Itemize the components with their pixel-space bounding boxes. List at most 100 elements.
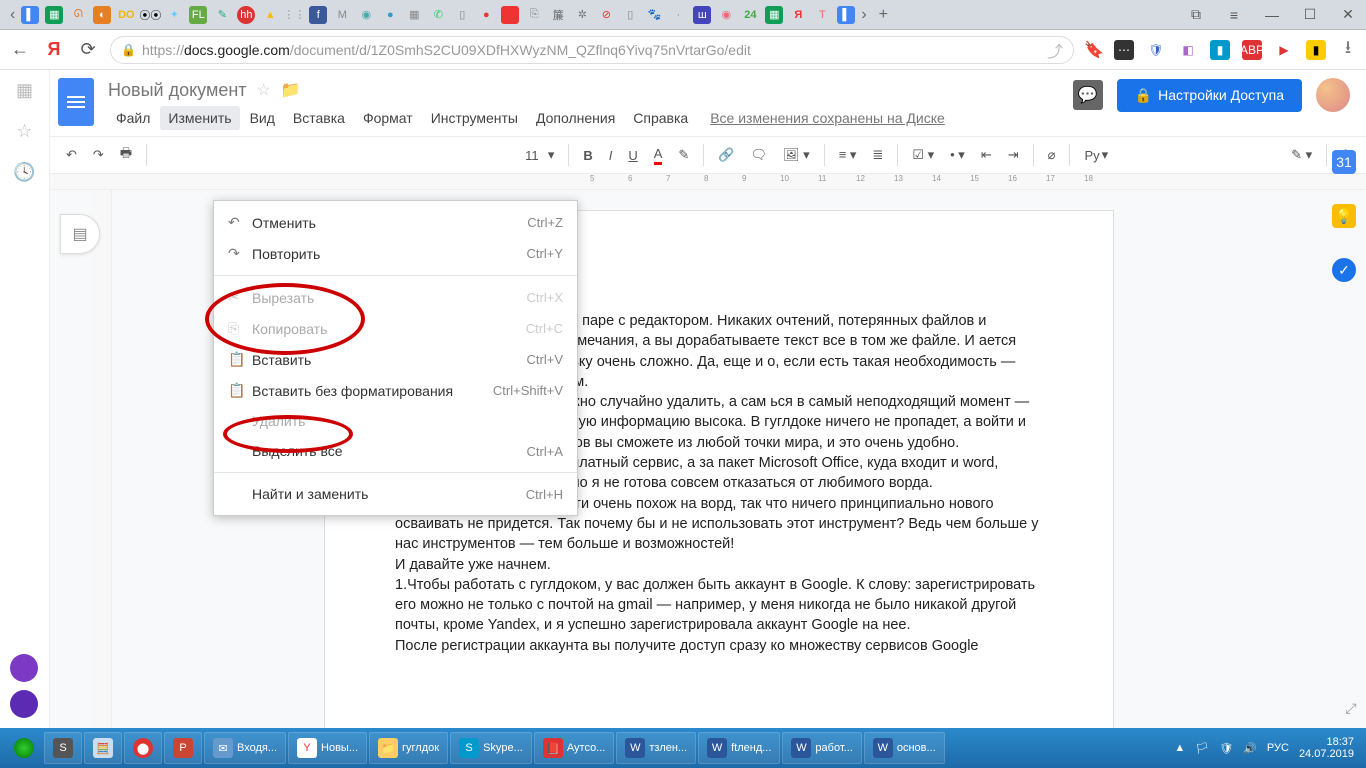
window-close[interactable]: ✕ — [1334, 4, 1362, 26]
horizontal-ruler[interactable]: 5 6 7 8 9 10 11 12 13 14 15 16 17 18 — [50, 174, 1366, 190]
tab-icon[interactable]: ✲ — [573, 6, 591, 24]
editing-mode-button[interactable]: ✎ ▾ — [1285, 143, 1318, 167]
ext-icon[interactable]: ▶ — [1274, 40, 1294, 60]
checklist-button[interactable]: ☑ ▾ — [906, 143, 940, 167]
voice-bubble[interactable] — [10, 690, 38, 718]
tab-icon[interactable] — [501, 6, 519, 24]
redo-button[interactable]: ↷ — [87, 143, 110, 167]
insert-comment-button[interactable]: 🗨 — [745, 143, 774, 167]
menu-select-all[interactable]: Выделить все Ctrl+A — [214, 436, 577, 466]
tab-icon[interactable]: M — [333, 6, 351, 24]
window-maximize[interactable]: ☐ — [1296, 4, 1324, 26]
tab-icon[interactable]: f — [309, 6, 327, 24]
menu-edit[interactable]: Изменить — [160, 106, 239, 130]
nav-reload[interactable]: ⟳ — [76, 39, 100, 60]
menu-tools[interactable]: Инструменты — [423, 106, 526, 130]
tab-icon[interactable]: ◐ — [93, 6, 111, 24]
bullet-list-button[interactable]: • ▾ — [944, 143, 971, 167]
tray-icon[interactable]: 🏳 — [1195, 742, 1209, 755]
menu-format[interactable]: Формат — [355, 106, 421, 130]
tab-icon[interactable]: ⎘ — [525, 6, 543, 24]
menu-help[interactable]: Справка — [625, 106, 696, 130]
tab-icon[interactable]: ᘏ — [69, 6, 87, 24]
task-item[interactable]: S — [44, 732, 82, 764]
print-button[interactable]: 🖶 — [114, 140, 138, 170]
ext-icon[interactable]: ◧ — [1178, 40, 1198, 60]
tab-icon[interactable]: T — [813, 6, 831, 24]
url-field[interactable]: 🔒 https://docs.google.com/document/d/1Z0… — [110, 36, 1074, 64]
tab-nav-left[interactable]: ‹ — [4, 6, 21, 24]
menu-addons[interactable]: Дополнения — [528, 106, 623, 130]
vertical-ruler[interactable] — [90, 190, 112, 728]
menu-icon[interactable]: ≡ — [1220, 4, 1248, 26]
text-color-button[interactable]: A — [648, 142, 669, 169]
tab-icon[interactable]: 24 — [741, 6, 759, 24]
body-text[interactable]: И давайте уже начнем. — [395, 555, 1043, 575]
document-title[interactable]: Новый документ — [108, 80, 247, 101]
tab-icon[interactable]: Я — [789, 6, 807, 24]
tab-icon[interactable]: ▦ — [765, 6, 783, 24]
menu-paste-noformat[interactable]: 📋 Вставить без форматирования Ctrl+Shift… — [214, 375, 577, 406]
ext-icon[interactable]: ABP — [1242, 40, 1262, 60]
bookmark-icon[interactable]: 🔖 — [1084, 40, 1104, 60]
input-tools-button[interactable]: Py ▾ — [1078, 143, 1114, 167]
outline-toggle[interactable]: ▤ — [60, 214, 100, 254]
tab-icon[interactable]: ▯ — [621, 6, 639, 24]
body-text[interactable]: 1.Чтобы работать с гуглдоком, у вас долж… — [395, 575, 1043, 636]
bold-button[interactable]: B — [577, 144, 598, 167]
tab-icon[interactable]: ⦿⦿ — [141, 6, 159, 24]
tasks-icon[interactable]: ✓ — [1332, 258, 1356, 282]
tab-icon[interactable]: 🐾 — [645, 6, 663, 24]
task-item[interactable]: P — [164, 732, 202, 764]
ext-icon[interactable]: ▮ — [1306, 40, 1326, 60]
nav-back[interactable]: ← — [8, 39, 32, 60]
tab-icon[interactable]: ▌ — [21, 6, 39, 24]
calendar-icon[interactable]: 31 — [1332, 150, 1356, 174]
tab-icon[interactable]: ▲ — [261, 6, 279, 24]
tab-icon[interactable]: ◉ — [357, 6, 375, 24]
highlight-button[interactable]: ✎ — [672, 143, 695, 167]
docs-logo-icon[interactable] — [58, 78, 94, 126]
tab-nav-right[interactable]: › — [855, 6, 872, 24]
indent-decrease-button[interactable]: ⇤ — [975, 143, 998, 167]
ext-icon[interactable]: ▮ — [1210, 40, 1230, 60]
explore-button[interactable]: ⤢ — [1340, 700, 1362, 722]
task-item[interactable]: 📕Аутсо... — [534, 732, 615, 764]
comments-icon[interactable]: 💬 — [1073, 80, 1103, 110]
alice-bubble[interactable] — [10, 654, 38, 682]
tab-icon[interactable]: ● — [477, 6, 495, 24]
tab-icon[interactable]: ◉ — [717, 6, 735, 24]
align-button[interactable]: ≡ ▾ — [833, 143, 863, 167]
tray-icon[interactable]: 🛡 — [1219, 742, 1233, 755]
share-button[interactable]: 🔒 Настройки Доступа — [1117, 79, 1302, 112]
tab-icon[interactable]: ▌ — [837, 6, 855, 24]
menu-file[interactable]: Файл — [108, 106, 158, 130]
task-item[interactable]: ⬤ — [124, 732, 162, 764]
apps-grid-icon[interactable]: ▦ — [16, 80, 33, 101]
tab-icon[interactable]: hh — [237, 6, 255, 24]
menu-redo[interactable]: ↷ Повторить Ctrl+Y — [214, 238, 577, 269]
language-indicator[interactable]: РУС — [1267, 742, 1289, 754]
tab-icon[interactable]: ш — [693, 6, 711, 24]
tab-icon[interactable]: ▯ — [453, 6, 471, 24]
task-item[interactable]: YНовы... — [288, 732, 367, 764]
task-item[interactable]: 🧮 — [84, 732, 122, 764]
ext-icon[interactable]: ⋯ — [1114, 40, 1134, 60]
move-folder-icon[interactable]: 📁 — [281, 80, 301, 100]
yandex-home[interactable]: Я — [42, 39, 66, 60]
insert-image-button[interactable]: 🖼 ▾ — [777, 143, 816, 167]
tab-icon[interactable]: ✆ — [429, 6, 447, 24]
tab-icon[interactable]: 簾 — [549, 6, 567, 24]
task-item[interactable]: Wоснов... — [864, 732, 945, 764]
window-minimize[interactable]: — — [1258, 4, 1286, 26]
tab-icon[interactable]: ⊘ — [597, 6, 615, 24]
tab-icon[interactable]: ⋮⋮ — [285, 6, 303, 24]
tabs-overview-icon[interactable]: ⧉ — [1182, 4, 1210, 26]
line-spacing-button[interactable]: ≣ — [866, 143, 889, 167]
menu-find-replace[interactable]: Найти и заменить Ctrl+H — [214, 479, 577, 509]
keep-icon[interactable]: 💡 — [1332, 204, 1356, 228]
tab-icon[interactable]: ▦ — [405, 6, 423, 24]
undo-button[interactable]: ↶ — [60, 143, 83, 167]
task-item[interactable]: Wftленд... — [698, 732, 780, 764]
tab-icon[interactable]: ▦ — [45, 6, 63, 24]
